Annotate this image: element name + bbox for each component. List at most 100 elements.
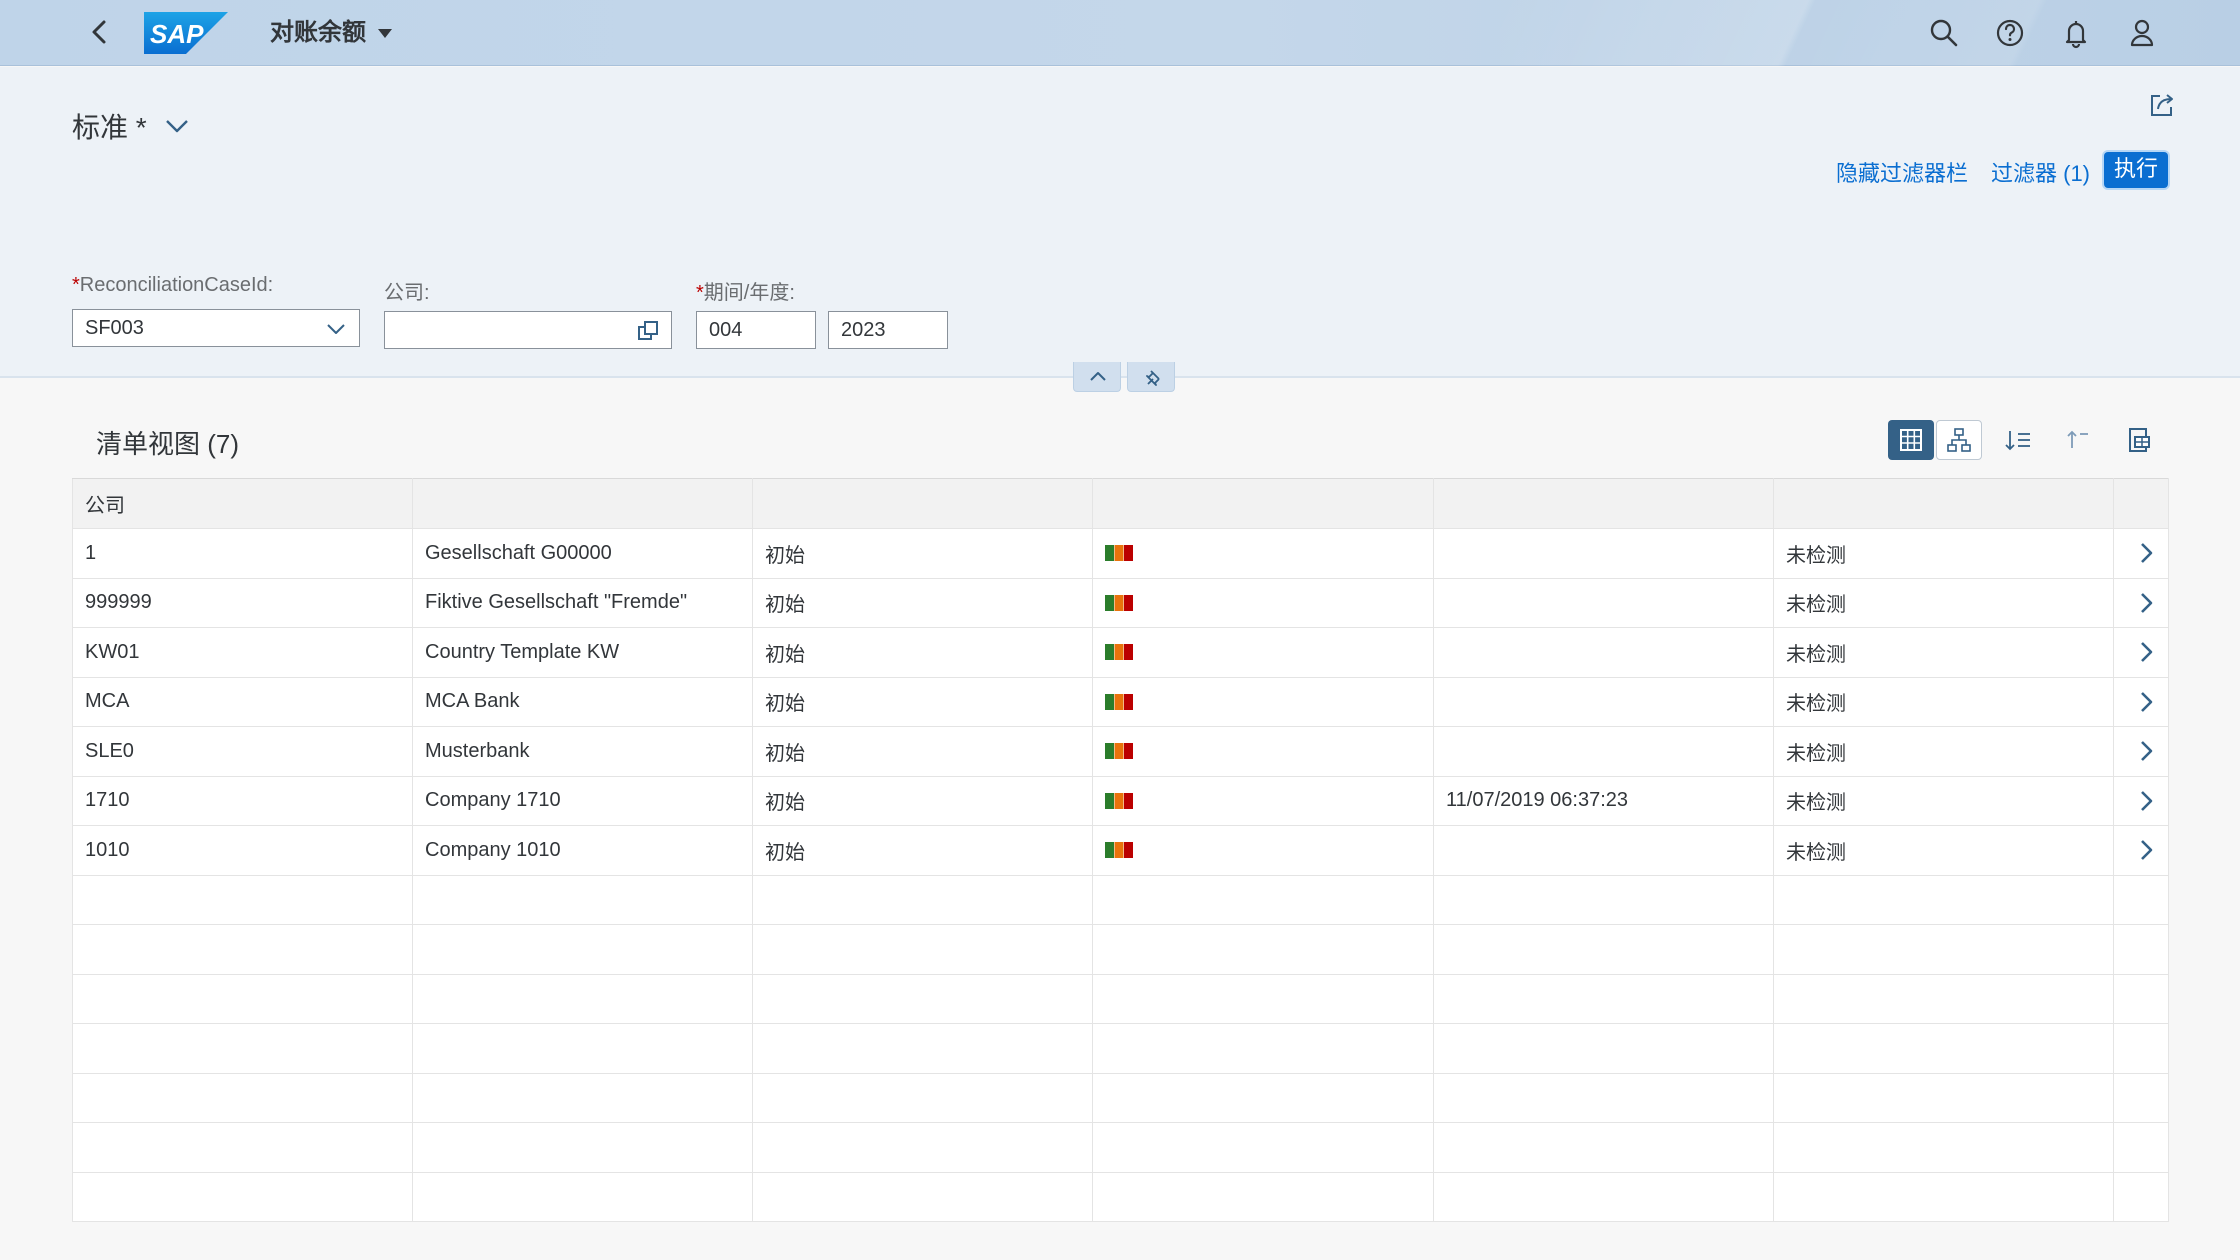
year-input[interactable]: 2023 bbox=[828, 311, 948, 349]
notifications-button[interactable] bbox=[2057, 14, 2095, 52]
cell-navigation[interactable] bbox=[2113, 676, 2169, 727]
cell-navigation[interactable] bbox=[2113, 825, 2169, 876]
navigation-chevron-icon[interactable] bbox=[2134, 737, 2158, 765]
cell-navigation[interactable] bbox=[2113, 528, 2169, 579]
hierarchy-view-button[interactable] bbox=[1936, 420, 1982, 460]
go-button[interactable]: 执行 bbox=[2104, 152, 2168, 188]
navigation-chevron-icon[interactable] bbox=[2134, 787, 2158, 815]
table-view-button[interactable] bbox=[1888, 420, 1934, 460]
empty-cell bbox=[1433, 1072, 1774, 1123]
help-button[interactable] bbox=[1991, 14, 2029, 52]
empty-cell bbox=[1773, 1072, 2114, 1123]
column-header[interactable] bbox=[412, 478, 753, 529]
cell-status-indicator bbox=[1092, 726, 1434, 777]
sort-button[interactable] bbox=[1996, 420, 2042, 460]
navigation-chevron-icon[interactable] bbox=[2134, 836, 2158, 864]
empty-cell bbox=[1092, 973, 1434, 1024]
cell-check-status: 未检测 bbox=[1773, 577, 2114, 628]
value-help-icon[interactable] bbox=[635, 318, 661, 344]
empty-cell bbox=[2113, 1023, 2169, 1074]
share-icon bbox=[2151, 94, 2173, 116]
navigation-chevron-icon[interactable] bbox=[2134, 539, 2158, 567]
cell-company-name: Gesellschaft G00000 bbox=[412, 528, 753, 579]
required-marker: * bbox=[72, 274, 80, 296]
collapse-header-button[interactable] bbox=[1073, 362, 1121, 392]
period-value: 004 bbox=[709, 319, 743, 341]
pin-header-button[interactable] bbox=[1127, 362, 1175, 392]
cell-navigation[interactable] bbox=[2113, 726, 2169, 777]
empty-cell bbox=[752, 1171, 1093, 1222]
user-button[interactable] bbox=[2123, 14, 2161, 52]
table-row[interactable]: 1710 Company 1710 初始 11/07/2019 06:37:23 未检测 bbox=[72, 775, 2169, 826]
table-header-row: 公司 bbox=[72, 478, 2169, 529]
cell-company-name: Musterbank bbox=[412, 726, 753, 777]
column-header-company[interactable]: 公司 bbox=[72, 478, 413, 529]
cell-datetime: 11/07/2019 06:37:23 bbox=[1433, 775, 1774, 826]
period-input[interactable]: 004 bbox=[696, 311, 816, 349]
cell-datetime bbox=[1433, 726, 1774, 777]
company-input[interactable] bbox=[384, 311, 672, 349]
app-title: 对账余额 bbox=[270, 19, 366, 46]
caret-down-icon bbox=[378, 28, 392, 38]
table-row[interactable]: 1 Gesellschaft G00000 初始 未检测 bbox=[72, 528, 2169, 579]
empty-cell bbox=[412, 973, 753, 1024]
cell-status: 初始 bbox=[752, 577, 1093, 628]
table-row[interactable]: 1010 Company 1010 初始 未检测 bbox=[72, 825, 2169, 876]
navigation-chevron-icon[interactable] bbox=[2134, 589, 2158, 617]
navigation-chevron-icon[interactable] bbox=[2134, 638, 2158, 666]
empty-cell bbox=[1092, 1122, 1434, 1173]
navigation-chevron-icon[interactable] bbox=[2134, 688, 2158, 716]
column-header[interactable] bbox=[1092, 478, 1434, 529]
empty-cell bbox=[1433, 1023, 1774, 1074]
reconciliation-case-label: *ReconciliationCaseId: bbox=[72, 274, 273, 297]
hide-filter-bar-link[interactable]: 隐藏过滤器栏 bbox=[1836, 156, 1968, 188]
help-icon bbox=[1996, 19, 2024, 47]
variant-label: 标准 * bbox=[72, 112, 147, 143]
cell-company: 1710 bbox=[72, 775, 413, 826]
cell-navigation[interactable] bbox=[2113, 627, 2169, 678]
variant-management[interactable]: 标准 * bbox=[72, 106, 191, 146]
empty-cell bbox=[1433, 1171, 1774, 1222]
cell-navigation[interactable] bbox=[2113, 577, 2169, 628]
chevron-up-icon bbox=[1090, 372, 1106, 381]
back-button[interactable] bbox=[82, 14, 118, 50]
empty-cell bbox=[2113, 1072, 2169, 1123]
filters-link[interactable]: 过滤器 (1) bbox=[1991, 156, 2090, 188]
year-value: 2023 bbox=[841, 319, 886, 341]
export-icon bbox=[2129, 428, 2150, 452]
empty-cell bbox=[1092, 924, 1434, 975]
status-bars-icon bbox=[1105, 545, 1133, 562]
table-row[interactable]: MCA MCA Bank 初始 未检测 bbox=[72, 676, 2169, 727]
cell-datetime bbox=[1433, 627, 1774, 678]
cell-company: 1010 bbox=[72, 825, 413, 876]
cell-company-name: Fiktive Gesellschaft "Fremde" bbox=[412, 577, 753, 628]
column-header[interactable] bbox=[752, 478, 1093, 529]
period-year-label: *期间/年度: bbox=[696, 276, 795, 305]
column-header[interactable] bbox=[1773, 478, 2114, 529]
share-button[interactable] bbox=[2146, 89, 2178, 121]
search-button[interactable] bbox=[1925, 14, 1963, 52]
cell-check-status: 未检测 bbox=[1773, 528, 2114, 579]
table-row[interactable]: KW01 Country Template KW 初始 未检测 bbox=[72, 627, 2169, 678]
empty-cell bbox=[1092, 1171, 1434, 1222]
empty-cell bbox=[752, 1023, 1093, 1074]
empty-cell bbox=[72, 1072, 413, 1123]
export-button[interactable] bbox=[2116, 420, 2162, 460]
cell-navigation[interactable] bbox=[2113, 775, 2169, 826]
empty-row bbox=[72, 1023, 2169, 1074]
cell-company: KW01 bbox=[72, 627, 413, 678]
app-title-menu[interactable]: 对账余额 bbox=[270, 17, 392, 49]
empty-cell bbox=[752, 1122, 1093, 1173]
chevron-down-icon[interactable] bbox=[323, 316, 349, 342]
column-header[interactable] bbox=[1433, 478, 1774, 529]
table-row[interactable]: 999999 Fiktive Gesellschaft "Fremde" 初始 未检测 bbox=[72, 577, 2169, 628]
empty-cell bbox=[72, 1171, 413, 1222]
cell-status: 初始 bbox=[752, 825, 1093, 876]
empty-row bbox=[72, 924, 2169, 975]
empty-cell bbox=[72, 973, 413, 1024]
sort-ascending-button[interactable] bbox=[2056, 420, 2102, 460]
reconciliation-case-select[interactable]: SF003 bbox=[72, 309, 360, 347]
sap-logo[interactable]: SAP bbox=[144, 12, 228, 54]
table-row[interactable]: SLE0 Musterbank 初始 未检测 bbox=[72, 726, 2169, 777]
empty-row bbox=[72, 1122, 2169, 1173]
